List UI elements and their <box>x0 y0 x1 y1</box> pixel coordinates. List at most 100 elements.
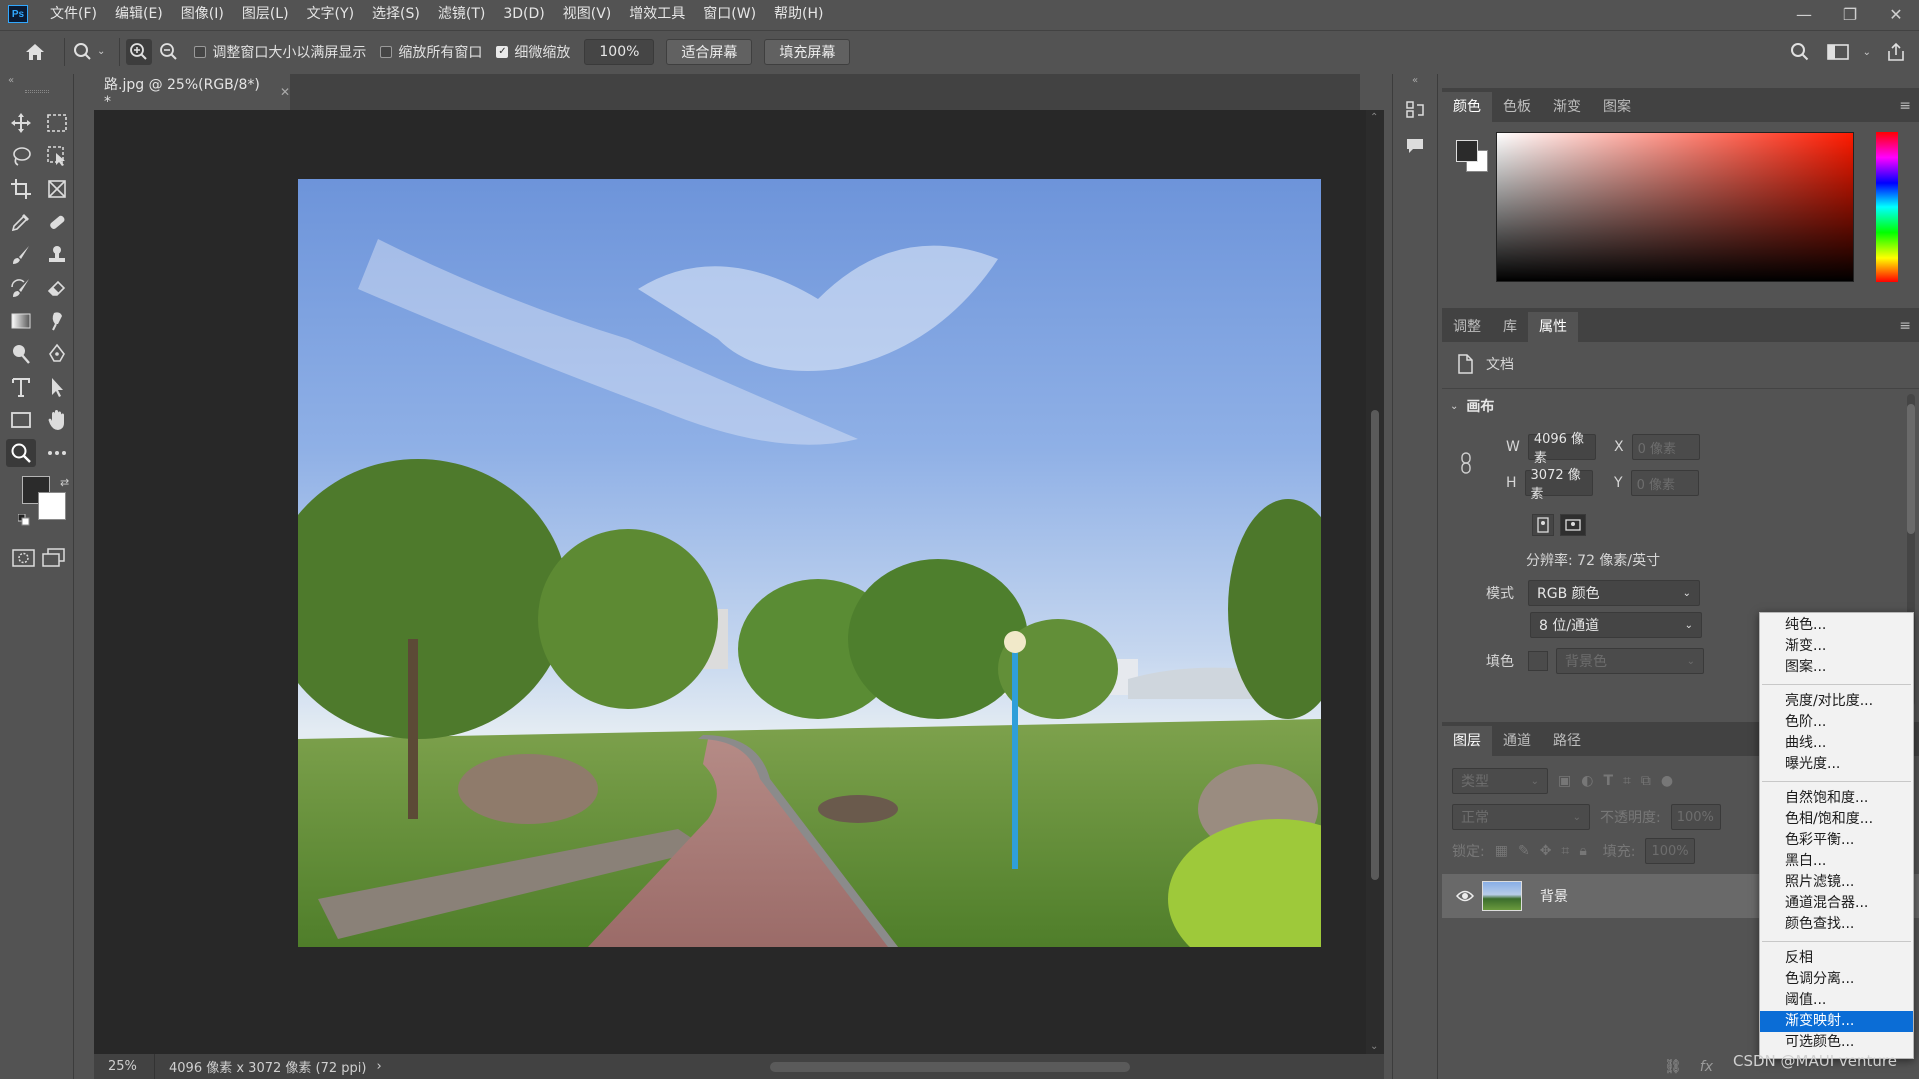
clone-stamp-tool-icon[interactable] <box>42 241 72 269</box>
home-icon[interactable] <box>22 39 48 65</box>
adjustment-menu-item[interactable]: 渐变映射... <box>1760 1011 1913 1032</box>
menu-item[interactable]: 增效工具 <box>621 0 693 28</box>
menu-item[interactable]: 3D(D) <box>495 0 552 28</box>
lock-all-icon[interactable]: 🔒︎ <box>1579 843 1586 859</box>
type-tool-icon[interactable] <box>6 373 36 401</box>
menu-item[interactable]: 文字(Y) <box>299 0 362 28</box>
opacity-field[interactable]: 100% <box>1670 804 1721 830</box>
quick-mask-icon[interactable] <box>12 548 36 572</box>
adjustment-menu-item[interactable]: 反相 <box>1760 948 1913 969</box>
hand-tool-icon[interactable] <box>42 406 72 434</box>
adjustment-menu-item[interactable]: 阈值... <box>1760 990 1913 1011</box>
adjustment-menu-item[interactable]: 通道混合器... <box>1760 893 1913 914</box>
tab-adjustments[interactable]: 调整 <box>1442 312 1492 342</box>
close-button[interactable]: ✕ <box>1873 0 1919 28</box>
y-field[interactable]: 0 像素 <box>1630 470 1699 496</box>
panel-menu-icon[interactable]: ≡ <box>1899 318 1911 334</box>
adjustment-menu-item[interactable]: 曲线... <box>1760 733 1913 754</box>
document-image[interactable] <box>298 179 1321 947</box>
tab-libraries[interactable]: 库 <box>1492 312 1528 342</box>
adjustment-menu-item[interactable]: 自然饱和度... <box>1760 788 1913 809</box>
gradient-tool-icon[interactable] <box>6 307 36 335</box>
chevron-right-icon[interactable]: › <box>376 1059 381 1074</box>
color-picker-field[interactable] <box>1496 132 1854 282</box>
tab-color[interactable]: 颜色 <box>1442 92 1492 122</box>
zoom-all-windows-checkbox[interactable]: 缩放所有窗口 <box>380 42 482 62</box>
minimize-button[interactable]: — <box>1781 0 1827 28</box>
workspace-icon[interactable] <box>1825 39 1851 65</box>
canvas-area[interactable] <box>94 110 1366 1054</box>
chevron-down-icon[interactable]: ⌄ <box>1685 620 1693 631</box>
menu-item[interactable]: 滤镜(T) <box>430 0 493 28</box>
checkbox-box[interactable] <box>380 45 393 58</box>
layer-name[interactable]: 背景 <box>1540 886 1568 906</box>
chevron-down-icon[interactable]: ⌄ <box>97 46 105 57</box>
frame-tool-icon[interactable] <box>42 175 72 203</box>
adjustment-menu-item[interactable]: 曝光度... <box>1760 754 1913 775</box>
checkbox-checked[interactable]: ✓ <box>496 45 509 58</box>
status-zoom[interactable]: 25% <box>94 1059 154 1074</box>
lock-pixels-icon[interactable]: ✎ <box>1518 843 1530 859</box>
chevron-down-icon[interactable]: ⌄ <box>1683 588 1691 599</box>
scroll-down-icon[interactable]: ⌄ <box>1370 1041 1378 1052</box>
shape-filter-icon[interactable]: ⌗ <box>1623 773 1631 789</box>
adjustment-menu-item[interactable]: 色彩平衡... <box>1760 830 1913 851</box>
menu-item[interactable]: 编辑(E) <box>107 0 171 28</box>
more-tools-icon[interactable] <box>42 439 72 467</box>
menu-item[interactable]: 窗口(W) <box>695 0 764 28</box>
fill-screen-button[interactable]: 填充屏幕 <box>764 38 851 65</box>
fill-opacity-field[interactable]: 100% <box>1645 838 1696 864</box>
adjustment-menu-item[interactable]: 黑白... <box>1760 851 1913 872</box>
link-layers-icon[interactable]: ⛓︎ <box>1664 1059 1682 1075</box>
search-icon[interactable] <box>1787 39 1813 65</box>
fill-select[interactable]: 背景色 ⌄ <box>1556 648 1704 674</box>
adjustment-menu-item[interactable]: 可选颜色... <box>1760 1032 1913 1053</box>
close-tab-icon[interactable]: ✕ <box>280 85 290 99</box>
collapse-arrows-icon[interactable]: « <box>0 74 73 88</box>
document-tab[interactable]: 路.jpg @ 25%(RGB/8*) * ✕ <box>94 74 290 110</box>
menu-item[interactable]: 选择(S) <box>364 0 428 28</box>
fx-icon[interactable]: fx <box>1700 1059 1713 1075</box>
tab-patterns[interactable]: 图案 <box>1592 92 1642 122</box>
eye-icon[interactable] <box>1456 889 1474 903</box>
hue-slider[interactable] <box>1876 132 1898 282</box>
status-doc-info[interactable]: 4096 像素 x 3072 像素 (72 ppi) › <box>154 1054 382 1079</box>
tab-properties[interactable]: 属性 <box>1528 312 1578 342</box>
restore-button[interactable]: ❐ <box>1827 0 1873 28</box>
fit-screen-button[interactable]: 适合屏幕 <box>666 38 753 65</box>
menu-item[interactable]: 文件(F) <box>42 0 105 28</box>
adjustment-menu-item[interactable]: 颜色查找... <box>1760 914 1913 935</box>
grip-handle[interactable] <box>24 90 49 93</box>
tab-gradients[interactable]: 渐变 <box>1542 92 1592 122</box>
history-brush-tool-icon[interactable] <box>6 274 36 302</box>
canvas-section-header[interactable]: ⌄ 画布 <box>1450 396 1494 416</box>
menu-item[interactable]: 帮助(H) <box>766 0 831 28</box>
zoom-tool-preset-icon[interactable] <box>71 39 97 65</box>
collapse-arrows-icon[interactable]: « <box>1393 74 1437 88</box>
healing-brush-tool-icon[interactable] <box>42 208 72 236</box>
menu-item[interactable]: 视图(V) <box>555 0 620 28</box>
lasso-tool-icon[interactable] <box>6 142 36 170</box>
lock-position-icon[interactable]: ✥ <box>1540 843 1552 859</box>
height-field[interactable]: 3072 像素 <box>1524 468 1593 502</box>
scrubby-zoom-checkbox[interactable]: ✓ 细微缩放 <box>496 42 570 62</box>
link-icon[interactable] <box>1460 452 1472 478</box>
zoom-out-icon[interactable] <box>156 39 182 65</box>
adjustment-filter-icon[interactable]: ◐ <box>1581 773 1593 789</box>
move-tool-icon[interactable] <box>6 109 36 137</box>
pen-tool-icon[interactable] <box>42 340 72 368</box>
layer-filter-select[interactable]: 类型 ⌄ <box>1452 768 1548 794</box>
history-panel-icon[interactable] <box>1400 96 1430 124</box>
scroll-up-icon[interactable]: ⌃ <box>1370 112 1378 123</box>
lock-artboard-icon[interactable]: ⌗ <box>1561 843 1569 859</box>
object-selection-tool-icon[interactable] <box>42 142 72 170</box>
smart-object-filter-icon[interactable]: ⧉ <box>1641 773 1651 789</box>
resize-windows-checkbox[interactable]: 调整窗口大小以满屏显示 <box>194 42 366 62</box>
adjustment-menu-item[interactable]: 亮度/对比度... <box>1760 691 1913 712</box>
layer-thumbnail[interactable] <box>1482 881 1522 911</box>
horizontal-scrollbar[interactable] <box>494 1062 1494 1072</box>
lock-transparent-icon[interactable]: ▦ <box>1495 843 1508 859</box>
pixel-filter-icon[interactable]: ▣ <box>1558 773 1571 789</box>
share-icon[interactable] <box>1883 39 1909 65</box>
zoom-percent-field[interactable]: 100% <box>584 38 655 65</box>
